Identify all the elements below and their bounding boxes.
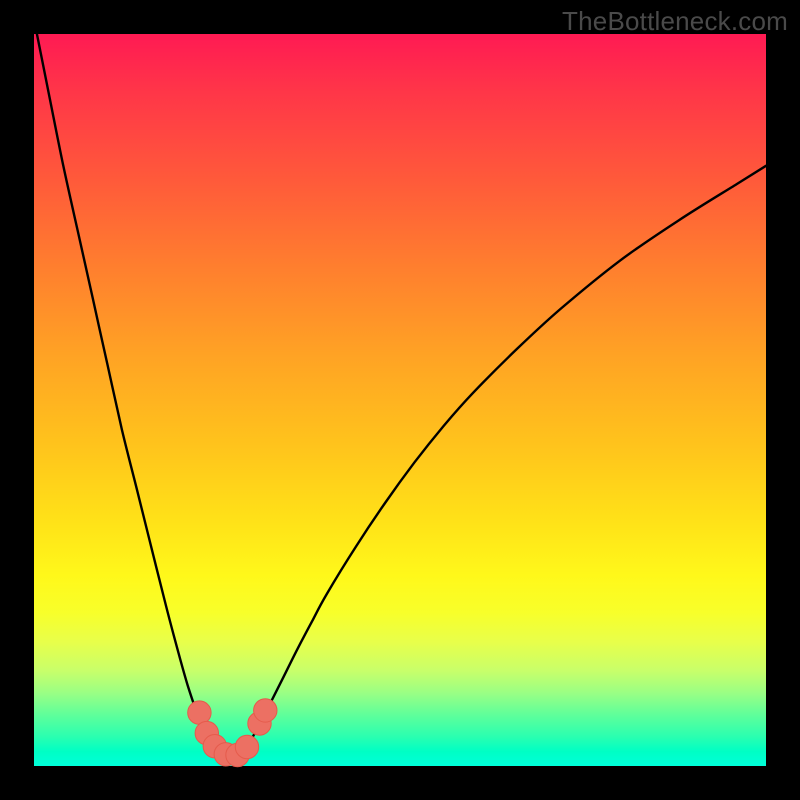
curve-marker xyxy=(188,701,211,724)
chart-frame: TheBottleneck.com xyxy=(0,0,800,800)
curve-marker xyxy=(235,735,258,758)
bottleneck-curve xyxy=(34,19,766,755)
watermark-text: TheBottleneck.com xyxy=(562,6,788,37)
chart-plot-area xyxy=(34,34,766,766)
curve-marker xyxy=(254,699,277,722)
chart-svg xyxy=(34,34,766,766)
curve-markers xyxy=(188,699,277,767)
